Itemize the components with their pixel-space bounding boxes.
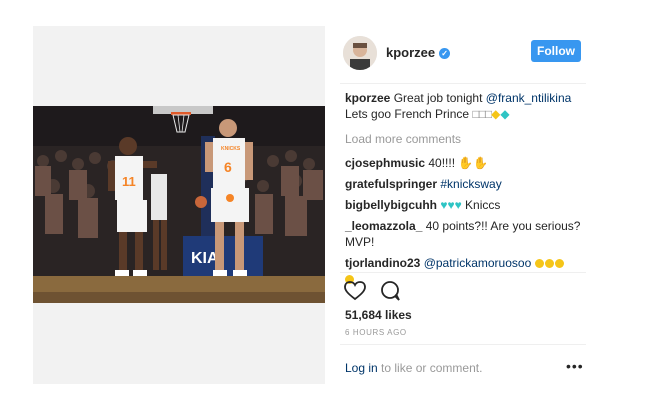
caption-mention[interactable]: @frank_ntilikina — [486, 91, 572, 105]
comment-text: 40!!!! — [428, 156, 459, 170]
author-username[interactable]: kporzee ✓ — [386, 45, 451, 60]
author-username-text[interactable]: kporzee — [386, 45, 435, 60]
diamond-icon: ◆ — [491, 107, 501, 121]
caption-emoji-placeholder: □□□ — [472, 107, 492, 121]
comment-username[interactable]: tjorlandino23 — [345, 256, 420, 270]
login-prompt-text: to like or comment. — [377, 361, 483, 375]
diamond-icon: ◆ — [500, 107, 510, 121]
svg-text:KNICKS: KNICKS — [221, 146, 241, 152]
comment-username[interactable]: cjosephmusic — [345, 156, 425, 170]
verified-badge-icon: ✓ — [439, 48, 451, 59]
raised-hands-icon: ✋✋ — [458, 156, 489, 170]
post-photo[interactable]: KIA 11 KNICKS 6 — [33, 106, 325, 303]
caption-text-line2: Lets goo French Prince — [345, 107, 473, 121]
comment-bubble-icon[interactable] — [379, 280, 403, 302]
svg-text:11: 11 — [122, 174, 136, 189]
post-timestamp[interactable]: 6 HOURS AGO — [345, 328, 407, 337]
post-actions — [343, 280, 403, 307]
post-media-panel: KIA 11 KNICKS 6 — [33, 26, 325, 384]
follow-button[interactable]: Follow — [531, 40, 581, 62]
comment-item: cjosephmusic 40!!!! ✋✋ — [345, 155, 590, 171]
more-options-icon[interactable]: ••• — [566, 358, 584, 374]
smiley-icon — [554, 259, 564, 268]
likes-count[interactable]: 51,684 likes — [345, 308, 412, 322]
login-prompt: Log in to like or comment. — [345, 361, 482, 375]
smiley-icon — [544, 259, 554, 268]
comment-item: bigbellybigcuhh ♥♥♥ Kniccs — [345, 197, 590, 213]
avatar[interactable] — [343, 36, 377, 70]
comment-text: Kniccs — [461, 198, 501, 212]
comment-username[interactable]: bigbellybigcuhh — [345, 198, 437, 212]
divider — [340, 272, 586, 273]
divider — [340, 344, 586, 345]
caption-text: Great job tonight — [393, 91, 486, 105]
comment-item: _leomazzola_ 40 points?!! Are you seriou… — [345, 218, 590, 250]
caption: kporzee Great job tonight @frank_ntiliki… — [345, 90, 590, 122]
avatar-image — [343, 36, 377, 70]
comments-section: kporzee Great job tonight @frank_ntiliki… — [345, 90, 590, 292]
basketball-photo: KIA 11 KNICKS 6 — [33, 106, 325, 303]
caption-username[interactable]: kporzee — [345, 91, 390, 105]
login-link[interactable]: Log in — [345, 361, 378, 375]
svg-text:6: 6 — [224, 159, 232, 175]
post-header: kporzee ✓ Follow — [340, 26, 586, 84]
smiley-icon — [534, 259, 544, 268]
comment-mention[interactable]: @patrickamoruosoo — [424, 256, 532, 270]
svg-text:KIA: KIA — [191, 250, 219, 267]
teal-heart-icon: ♥♥♥ — [440, 198, 462, 212]
comment-username[interactable]: gratefulspringer — [345, 177, 437, 191]
load-more-comments[interactable]: Load more comments — [345, 131, 590, 147]
comment-username[interactable]: _leomazzola_ — [345, 219, 422, 233]
heart-icon[interactable] — [343, 280, 367, 302]
comment-hashtag[interactable]: #knicksway — [440, 177, 501, 191]
comment-item: gratefulspringer #knicksway — [345, 176, 590, 192]
